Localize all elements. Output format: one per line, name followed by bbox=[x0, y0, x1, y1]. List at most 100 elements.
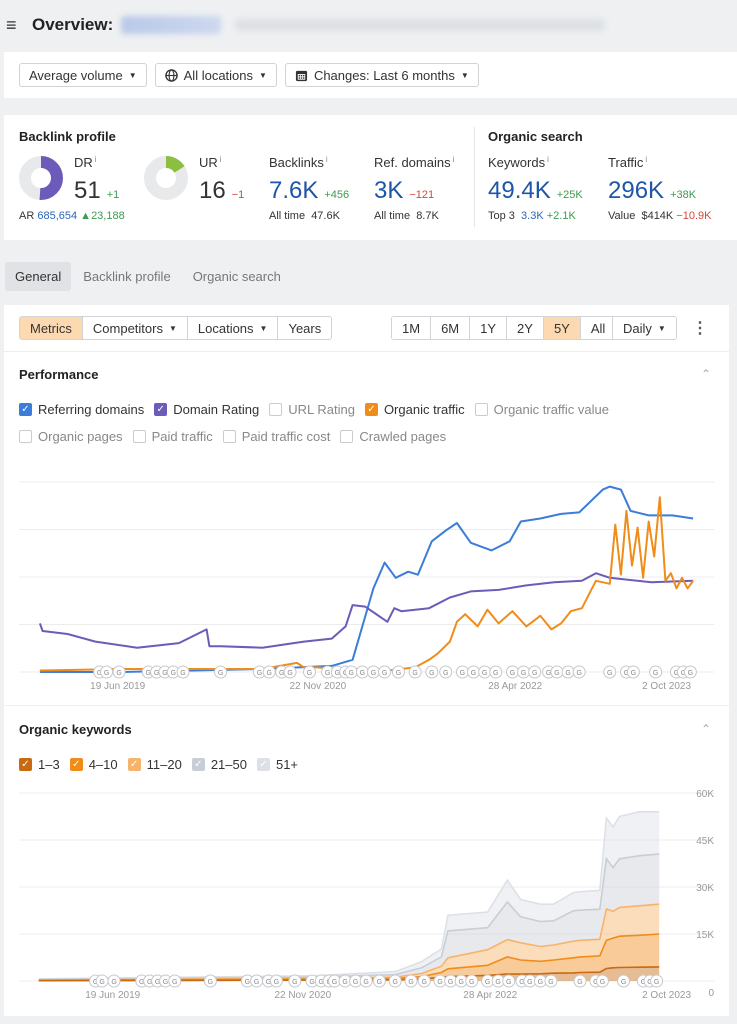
google-update-marker[interactable]: G bbox=[683, 665, 697, 679]
google-update-marker[interactable]: G bbox=[303, 665, 317, 679]
google-update-marker[interactable]: G bbox=[366, 665, 380, 679]
ref-domains-value-text[interactable]: 3K bbox=[374, 177, 403, 204]
google-update-marker[interactable]: G bbox=[617, 974, 631, 988]
google-update-marker[interactable]: G bbox=[372, 974, 386, 988]
range-2y-button[interactable]: 2Y bbox=[507, 317, 544, 339]
performance-metric-checkbox-0[interactable]: ✓ Referring domains bbox=[19, 402, 144, 417]
performance-metric-checkbox-1[interactable]: ✓ Domain Rating bbox=[154, 402, 259, 417]
google-update-marker[interactable]: G bbox=[572, 665, 586, 679]
google-update-marker[interactable]: G bbox=[502, 974, 516, 988]
tab-general[interactable]: General bbox=[5, 262, 72, 291]
google-update-marker[interactable]: G bbox=[391, 665, 405, 679]
google-update-marker[interactable]: G bbox=[603, 665, 617, 679]
changes-dropdown[interactable]: Changes: Last 6 months ▼ bbox=[284, 63, 479, 87]
tab-backlink-profile[interactable]: Backlink profile bbox=[73, 262, 180, 291]
google-update-marker[interactable]: G bbox=[439, 665, 453, 679]
granularity-dropdown[interactable]: Daily ▼ bbox=[612, 316, 677, 340]
locations-chart-dropdown[interactable]: Locations ▼ bbox=[187, 317, 279, 339]
volume-dropdown[interactable]: Average volume ▼ bbox=[19, 63, 147, 87]
google-update-marker[interactable]: G bbox=[95, 974, 109, 988]
keywords-value-text[interactable]: 49.4K bbox=[488, 177, 551, 204]
info-icon[interactable]: i bbox=[326, 155, 328, 164]
google-update-marker[interactable]: G bbox=[388, 974, 402, 988]
google-update-marker[interactable]: G bbox=[561, 665, 575, 679]
google-update-marker[interactable]: G bbox=[417, 974, 431, 988]
google-update-marker[interactable]: G bbox=[626, 665, 640, 679]
google-update-marker[interactable]: G bbox=[404, 974, 418, 988]
google-update-marker[interactable]: G bbox=[478, 665, 492, 679]
google-update-marker[interactable]: G bbox=[517, 665, 531, 679]
info-icon[interactable]: i bbox=[645, 155, 647, 164]
keyword-position-checkbox-1[interactable]: ✓ 4–10 bbox=[69, 757, 118, 772]
organic-keywords-chart[interactable]: 015K30K45K60KG G G G G G G G G G G G G G G G G G G G G G G G G G G… bbox=[4, 786, 729, 1016]
top3-value[interactable]: 3.3K bbox=[521, 210, 544, 222]
google-update-marker[interactable]: G bbox=[544, 974, 558, 988]
keyword-position-checkbox-3[interactable]: ✓ 21–50 bbox=[191, 757, 247, 772]
google-update-marker[interactable]: G bbox=[425, 665, 439, 679]
tab-organic-search[interactable]: Organic search bbox=[183, 262, 291, 291]
google-update-marker[interactable]: G bbox=[344, 665, 358, 679]
google-update-marker[interactable]: G bbox=[283, 665, 297, 679]
keyword-position-checkbox-4[interactable]: ✓ 51+ bbox=[256, 757, 298, 772]
performance-metric-checkbox-1[interactable]: Paid traffic bbox=[132, 429, 213, 444]
performance-metric-checkbox-0[interactable]: Organic pages bbox=[19, 429, 123, 444]
keyword-position-checkbox-0[interactable]: ✓ 1–3 bbox=[19, 757, 60, 772]
google-update-marker[interactable]: G bbox=[288, 974, 302, 988]
ur-value-text: 16 bbox=[199, 177, 226, 204]
google-update-marker[interactable]: G bbox=[269, 974, 283, 988]
google-update-marker[interactable]: G bbox=[408, 665, 422, 679]
ar-value[interactable]: 685,654 bbox=[37, 210, 77, 222]
google-update-marker[interactable]: G bbox=[250, 974, 264, 988]
collapse-chevron-icon[interactable]: ⌃ bbox=[701, 367, 711, 381]
google-update-marker[interactable]: G bbox=[550, 665, 564, 679]
performance-metric-checkbox-4[interactable]: Organic traffic value bbox=[474, 402, 609, 417]
google-update-marker[interactable]: G bbox=[112, 665, 126, 679]
google-update-marker[interactable]: G bbox=[489, 665, 503, 679]
info-icon[interactable]: i bbox=[547, 155, 549, 164]
range-1y-button[interactable]: 1Y bbox=[470, 317, 508, 339]
google-update-marker[interactable]: G bbox=[378, 665, 392, 679]
competitors-dropdown[interactable]: Competitors ▼ bbox=[82, 317, 188, 339]
more-options-icon[interactable]: ⋮ bbox=[692, 318, 708, 338]
performance-metric-checkbox-2[interactable]: Paid traffic cost bbox=[222, 429, 330, 444]
collapse-chevron-icon[interactable]: ⌃ bbox=[701, 722, 711, 736]
google-update-marker[interactable]: G bbox=[100, 665, 114, 679]
google-update-marker[interactable]: G bbox=[455, 665, 469, 679]
range-5y-button[interactable]: 5Y bbox=[543, 317, 581, 339]
google-update-marker[interactable]: G bbox=[355, 665, 369, 679]
keyword-position-checkbox-2[interactable]: ✓ 11–20 bbox=[127, 757, 182, 772]
google-update-marker[interactable]: G bbox=[528, 665, 542, 679]
google-update-marker[interactable]: G bbox=[203, 974, 217, 988]
google-update-marker[interactable]: G bbox=[214, 665, 228, 679]
google-update-marker[interactable]: G bbox=[107, 974, 121, 988]
google-update-marker[interactable]: G bbox=[595, 974, 609, 988]
info-icon[interactable]: i bbox=[453, 155, 455, 164]
google-update-marker[interactable]: G bbox=[465, 974, 479, 988]
google-update-marker[interactable]: G bbox=[359, 974, 373, 988]
range-1m-button[interactable]: 1M bbox=[392, 317, 432, 339]
performance-metric-checkbox-2[interactable]: URL Rating bbox=[269, 402, 355, 417]
granularity-button[interactable]: Daily ▼ bbox=[613, 317, 676, 339]
range-all-button[interactable]: All bbox=[580, 317, 616, 339]
svg-text:G: G bbox=[309, 979, 314, 986]
performance-metric-checkbox-3[interactable]: Crawled pages bbox=[340, 429, 446, 444]
performance-chart[interactable]: GGGGGGGGGGGGGGGGGGGGGGGGGGGGGGGGGGGGGGGG… bbox=[4, 465, 729, 695]
google-update-marker[interactable]: G bbox=[176, 665, 190, 679]
google-update-marker[interactable]: G bbox=[505, 665, 519, 679]
years-button[interactable]: Years bbox=[278, 317, 332, 339]
google-update-marker[interactable]: G bbox=[168, 974, 182, 988]
google-update-marker[interactable]: G bbox=[650, 974, 664, 988]
info-icon[interactable]: i bbox=[95, 155, 97, 164]
traffic-value-text[interactable]: 296K bbox=[608, 177, 664, 204]
google-update-marker[interactable]: G bbox=[649, 665, 663, 679]
google-update-marker[interactable]: G bbox=[573, 974, 587, 988]
range-6m-button[interactable]: 6M bbox=[431, 317, 471, 339]
info-icon[interactable]: i bbox=[220, 155, 222, 164]
google-update-marker[interactable]: G bbox=[262, 665, 276, 679]
locations-dropdown[interactable]: All locations ▼ bbox=[154, 63, 277, 87]
hamburger-icon[interactable]: ≡ bbox=[6, 15, 24, 36]
google-update-marker[interactable]: G bbox=[467, 665, 481, 679]
backlinks-value-text[interactable]: 7.6K bbox=[269, 177, 318, 204]
metrics-button[interactable]: Metrics bbox=[20, 317, 83, 339]
performance-metric-checkbox-3[interactable]: ✓ Organic traffic bbox=[364, 402, 465, 417]
